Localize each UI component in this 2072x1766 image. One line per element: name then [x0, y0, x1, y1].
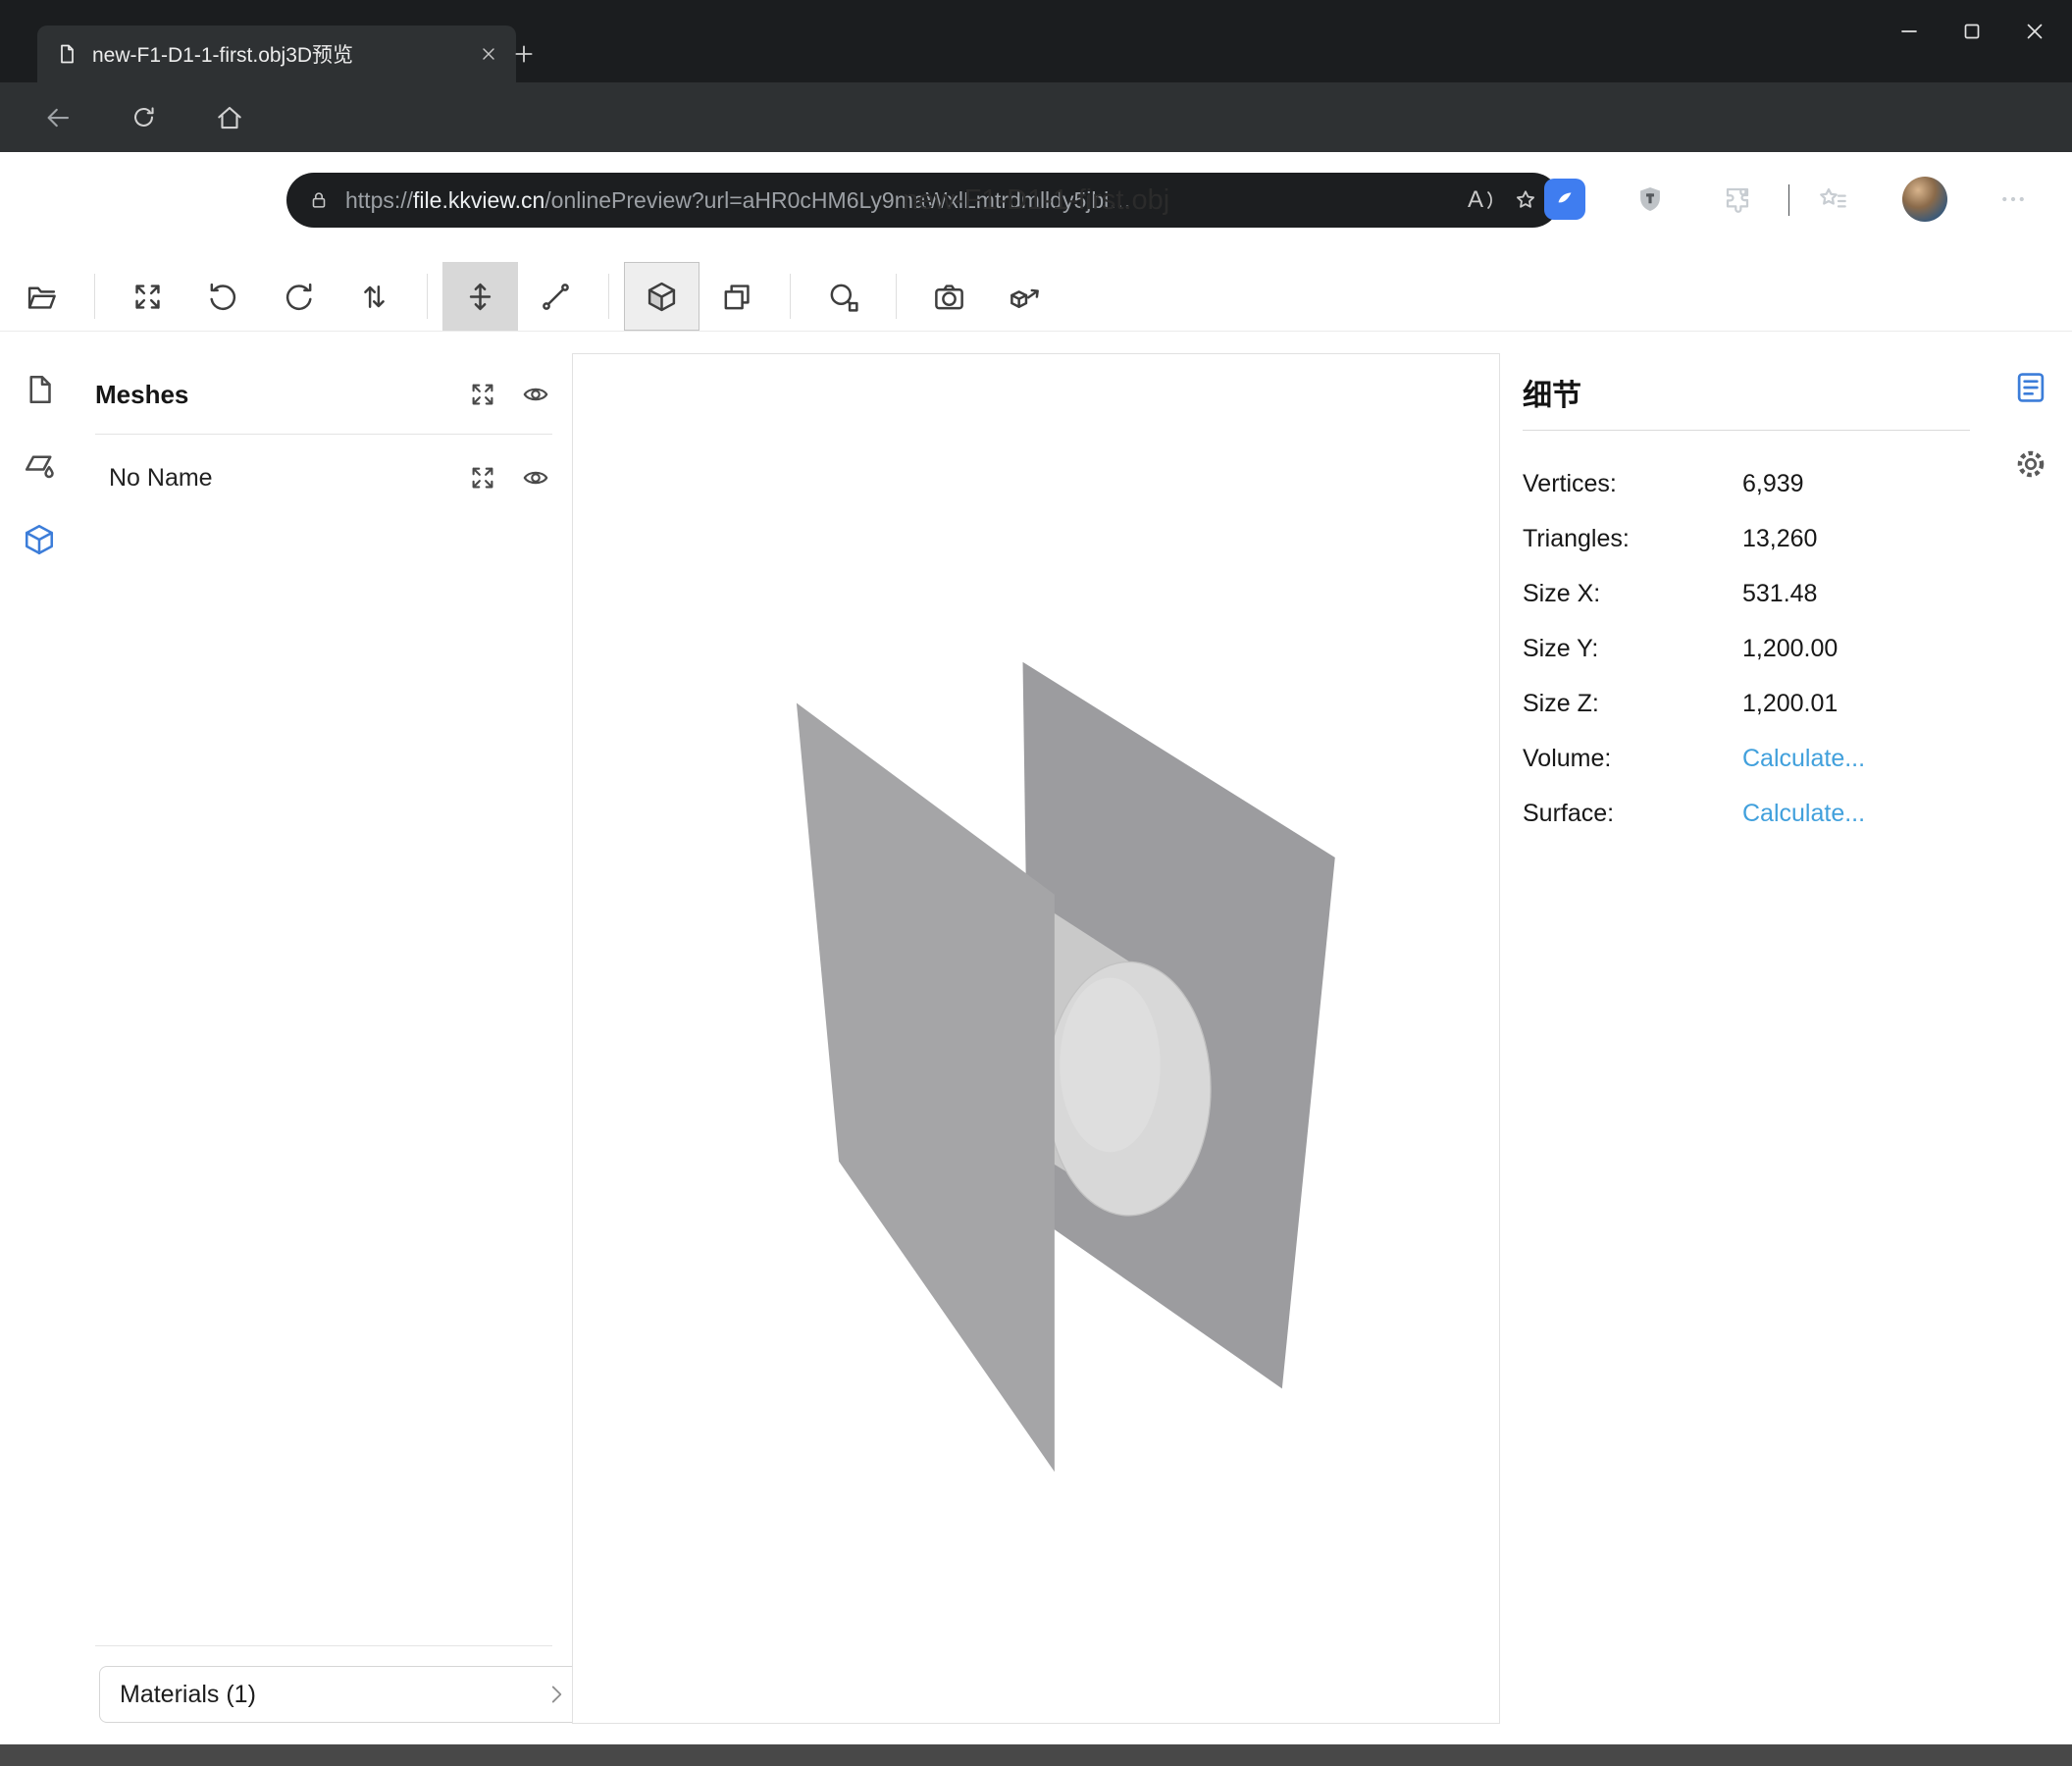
mesh-visibility-eye-icon[interactable] [519, 461, 552, 494]
window-maximize-button[interactable] [1941, 0, 2003, 63]
window-minimize-button[interactable] [1878, 0, 1941, 63]
detail-row-vertices: Vertices: 6,939 [1523, 456, 1970, 511]
screenshot-tool[interactable] [911, 262, 987, 331]
details-list-icon[interactable] [2007, 364, 2054, 411]
meshes-visibility-eye-icon[interactable] [519, 378, 552, 411]
toolbar-separator [94, 274, 95, 319]
orthographic-view-tool[interactable] [699, 262, 775, 331]
measure-line-tool[interactable] [518, 262, 594, 331]
perspective-view-tool[interactable] [624, 262, 699, 331]
bottom-bar [0, 1744, 2072, 1766]
detail-row-size-x: Size X: 531.48 [1523, 566, 1970, 621]
details-header: 细节 [1523, 355, 1970, 430]
meshes-header: Meshes [95, 380, 446, 410]
export-model-tool[interactable] [987, 262, 1062, 331]
zoom-region-tool[interactable] [805, 262, 881, 331]
window-close-button[interactable] [2003, 0, 2066, 63]
chevron-right-icon [544, 1682, 569, 1707]
browser-navbar: https://file.kkview.cn/onlinePreview?url… [0, 82, 2072, 152]
detail-row-size-y: Size Y: 1,200.00 [1523, 621, 1970, 676]
swap-vertical-tool[interactable] [337, 262, 412, 331]
file-info-panel-icon[interactable] [18, 368, 61, 411]
open-file-tool[interactable] [4, 262, 79, 331]
details-panel: 细节 Vertices: 6,939 Triangles: 13,260 Siz… [1523, 355, 1970, 841]
detail-row-surface: Surface: Calculate... [1523, 786, 1970, 841]
browser-tab[interactable]: new-F1-D1-1-first.obj3D预览 [37, 26, 516, 82]
panel-bottom-divider [95, 1645, 552, 1646]
model-cylinder-highlight [1060, 978, 1160, 1153]
toolbar-separator [427, 274, 428, 319]
toolbar-separator [790, 274, 791, 319]
browser-titlebar: new-F1-D1-1-first.obj3D预览 [0, 0, 2072, 82]
model-left-plane [797, 702, 1055, 1472]
tab-title: new-F1-D1-1-first.obj3D预览 [92, 39, 465, 69]
refresh-button[interactable] [121, 82, 166, 152]
meshes-panel: Meshes No Name [95, 355, 552, 521]
mesh-name: No Name [109, 464, 446, 493]
toolbar-separator [608, 274, 609, 319]
page-favicon-icon [55, 42, 78, 66]
page-title: new-F1-D1-1-first.obj [0, 184, 2072, 217]
surface-calculate-link[interactable]: Calculate... [1742, 800, 1865, 828]
volume-calculate-link[interactable]: Calculate... [1742, 745, 1865, 773]
rotate-right-tool[interactable] [261, 262, 337, 331]
toolbar-divider [0, 331, 2072, 332]
mesh-list-item[interactable]: No Name [95, 435, 552, 521]
3d-canvas[interactable] [572, 353, 1500, 1724]
move-vertical-tool[interactable] [442, 262, 518, 331]
toolbar-separator [896, 274, 897, 319]
mesh-fit-icon[interactable] [466, 461, 499, 494]
viewer-toolbar [4, 262, 1062, 331]
detail-row-volume: Volume: Calculate... [1523, 731, 1970, 786]
model-panel-icon[interactable] [18, 518, 61, 561]
meshes-fit-icon[interactable] [466, 378, 499, 411]
rotate-left-tool[interactable] [185, 262, 261, 331]
materials-button[interactable]: Materials (1) [99, 1666, 590, 1723]
settings-gear-icon[interactable] [2007, 441, 2054, 488]
home-button[interactable] [207, 82, 252, 152]
materials-panel-icon[interactable] [18, 443, 61, 487]
new-tab-button[interactable] [502, 32, 545, 76]
detail-row-triangles: Triangles: 13,260 [1523, 511, 1970, 566]
detail-row-size-z: Size Z: 1,200.01 [1523, 676, 1970, 731]
fit-view-tool[interactable] [110, 262, 185, 331]
3d-model-render [573, 354, 1499, 1723]
back-button[interactable] [35, 82, 80, 152]
materials-button-label: Materials (1) [120, 1681, 544, 1709]
tab-close-icon[interactable] [479, 44, 498, 64]
